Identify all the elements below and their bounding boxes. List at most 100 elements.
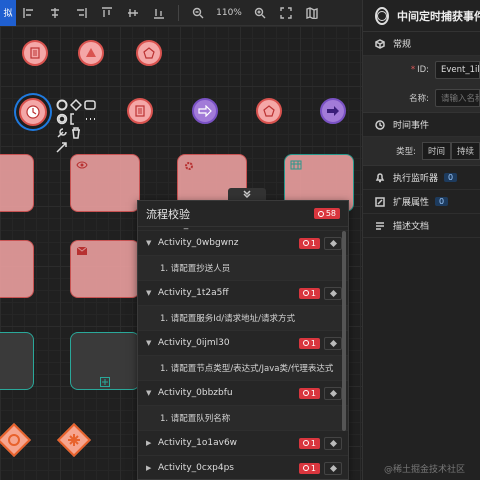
multiple-catch-event-node[interactable]: [256, 98, 282, 124]
caret-down-icon: ▼: [146, 289, 152, 297]
subprocess-node[interactable]: [70, 332, 140, 390]
intermediate-event-node[interactable]: [22, 40, 48, 66]
scrollbar[interactable]: [342, 231, 346, 431]
envelope-icon: [76, 246, 88, 255]
append-end-event-icon[interactable]: [56, 96, 68, 111]
list-item[interactable]: ▼ Activity_1t2a5ff 1: [138, 281, 348, 306]
diamond-locate-icon: [329, 239, 337, 247]
delete-trash-icon[interactable]: [70, 124, 82, 139]
complex-gateway-node[interactable]: [57, 423, 91, 457]
message-event-icon: [30, 47, 40, 59]
validation-message: 1. 请配置服务Id/请求地址/请求方式: [138, 306, 348, 331]
locate-node-button[interactable]: [324, 336, 342, 350]
zoom-level: 110%: [216, 7, 242, 18]
panel-title: 中间定时捕获事件: [397, 9, 480, 23]
locate-node-button[interactable]: [324, 436, 342, 450]
error-count-badge: 1: [298, 287, 320, 299]
section-timer[interactable]: 时间事件: [363, 113, 480, 137]
caret-down-icon: ▼: [146, 339, 152, 347]
error-count-badge: 1: [298, 462, 320, 474]
align-left-icon[interactable]: [19, 3, 39, 23]
diamond-locate-icon: [329, 289, 337, 297]
id-input[interactable]: Event_1ikb9u4: [435, 61, 480, 79]
wrench-icon[interactable]: [56, 124, 68, 138]
link-event-node[interactable]: [192, 98, 218, 124]
radio-option-duration[interactable]: 持续: [450, 142, 480, 160]
timer-event-icon: [375, 6, 389, 25]
user-task-node[interactable]: [70, 154, 140, 212]
timer-type-radio-group: 时间 持续: [421, 142, 480, 160]
error-dot-icon: [302, 440, 309, 446]
align-right-icon[interactable]: [71, 3, 91, 23]
chevron-down-double-icon: [243, 190, 251, 198]
append-gateway-icon[interactable]: [69, 96, 83, 112]
zoom-out-icon[interactable]: [188, 3, 208, 23]
minimap-icon[interactable]: [302, 3, 322, 23]
section-listeners[interactable]: 执行监听器 0: [363, 166, 480, 190]
append-task-icon[interactable]: [84, 96, 96, 110]
align-bottom-icon[interactable]: [149, 3, 169, 23]
canvas-toolbar: 拟 110%: [0, 0, 362, 26]
collapse-panel-button[interactable]: [228, 188, 266, 200]
locate-node-button[interactable]: [324, 386, 342, 400]
align-center-icon[interactable]: [45, 3, 65, 23]
diamond-locate-icon: [329, 439, 337, 447]
validation-list: Event_1ikb9u4 ▼ Activity_0wbgwnz 1 1. 请配…: [138, 221, 348, 479]
locate-node-button[interactable]: [324, 461, 342, 475]
list-item[interactable]: ▼ Activity_0bbzbfu 1: [138, 381, 348, 406]
timer-event-selected[interactable]: [19, 98, 47, 126]
align-top-icon[interactable]: [97, 3, 117, 23]
multiple-event-node[interactable]: [136, 40, 162, 66]
section-general-body: *ID: Event_1ikb9u4 名称: 请输入名称: [363, 56, 480, 113]
expand-plus-icon[interactable]: [100, 377, 110, 387]
list-item[interactable]: ▼ Activity_0ijml30 1: [138, 331, 348, 356]
caret-down-icon: ▼: [146, 389, 152, 397]
align-middle-icon[interactable]: [123, 3, 143, 23]
locate-node-button[interactable]: [324, 286, 342, 300]
timer-type-field: 类型: 时间 持续: [363, 137, 480, 165]
locate-node-button[interactable]: [324, 236, 342, 250]
fit-view-icon[interactable]: [276, 3, 296, 23]
triangle-signal-icon: [86, 48, 96, 57]
section-documentation[interactable]: 描述文档: [363, 214, 480, 238]
error-dot-icon: [302, 290, 309, 296]
pentagon-icon: [143, 47, 155, 59]
connect-arrow-icon[interactable]: [56, 138, 68, 153]
send-task-node[interactable]: [70, 240, 140, 298]
error-dot-icon: [317, 210, 324, 217]
list-item[interactable]: ▼ Activity_0wbgwnz 1: [138, 231, 348, 256]
conditional-event-node[interactable]: [127, 98, 153, 124]
radio-option-time[interactable]: 时间: [421, 142, 451, 160]
active-tool-button[interactable]: 拟: [0, 0, 16, 26]
panel-header: 中间定时捕获事件: [363, 0, 480, 32]
zoom-in-icon[interactable]: [250, 3, 270, 23]
section-extensions[interactable]: 扩展属性 0: [363, 190, 480, 214]
validation-message: 1. 请配置队列名称: [138, 406, 348, 431]
name-input[interactable]: 请输入名称: [435, 89, 480, 107]
gear-icon: [185, 162, 193, 170]
list-item[interactable]: ▶ Activity_1o1av6w 1: [138, 431, 348, 456]
total-error-badge: 58: [313, 208, 340, 219]
more-options-icon[interactable]: [84, 110, 96, 122]
gateway-node[interactable]: [0, 423, 31, 457]
section-general[interactable]: 常规: [363, 32, 480, 56]
text-annotation-icon[interactable]: [70, 110, 82, 125]
task-node[interactable]: [0, 240, 34, 298]
eye-icon: [76, 161, 88, 169]
subprocess-node[interactable]: [0, 332, 34, 390]
arrow-outline-icon: [198, 105, 212, 117]
diamond-locate-icon: [329, 464, 337, 472]
link-throw-event-node[interactable]: [320, 98, 346, 124]
bell-icon: [375, 172, 385, 182]
listener-count-badge: 0: [444, 173, 458, 182]
validation-title: 流程校验: [146, 207, 190, 221]
append-intermediate-event-icon[interactable]: [56, 110, 68, 125]
signal-event-node[interactable]: [78, 40, 104, 66]
clock-icon: [375, 119, 385, 130]
extension-edit-icon: [375, 196, 385, 207]
table-icon: [290, 160, 302, 170]
caret-right-icon: ▶: [146, 464, 152, 472]
task-node[interactable]: [0, 154, 34, 212]
list-item[interactable]: ▶ Activity_0cxp4ps 1: [138, 456, 348, 479]
error-count-badge: 1: [298, 337, 320, 349]
